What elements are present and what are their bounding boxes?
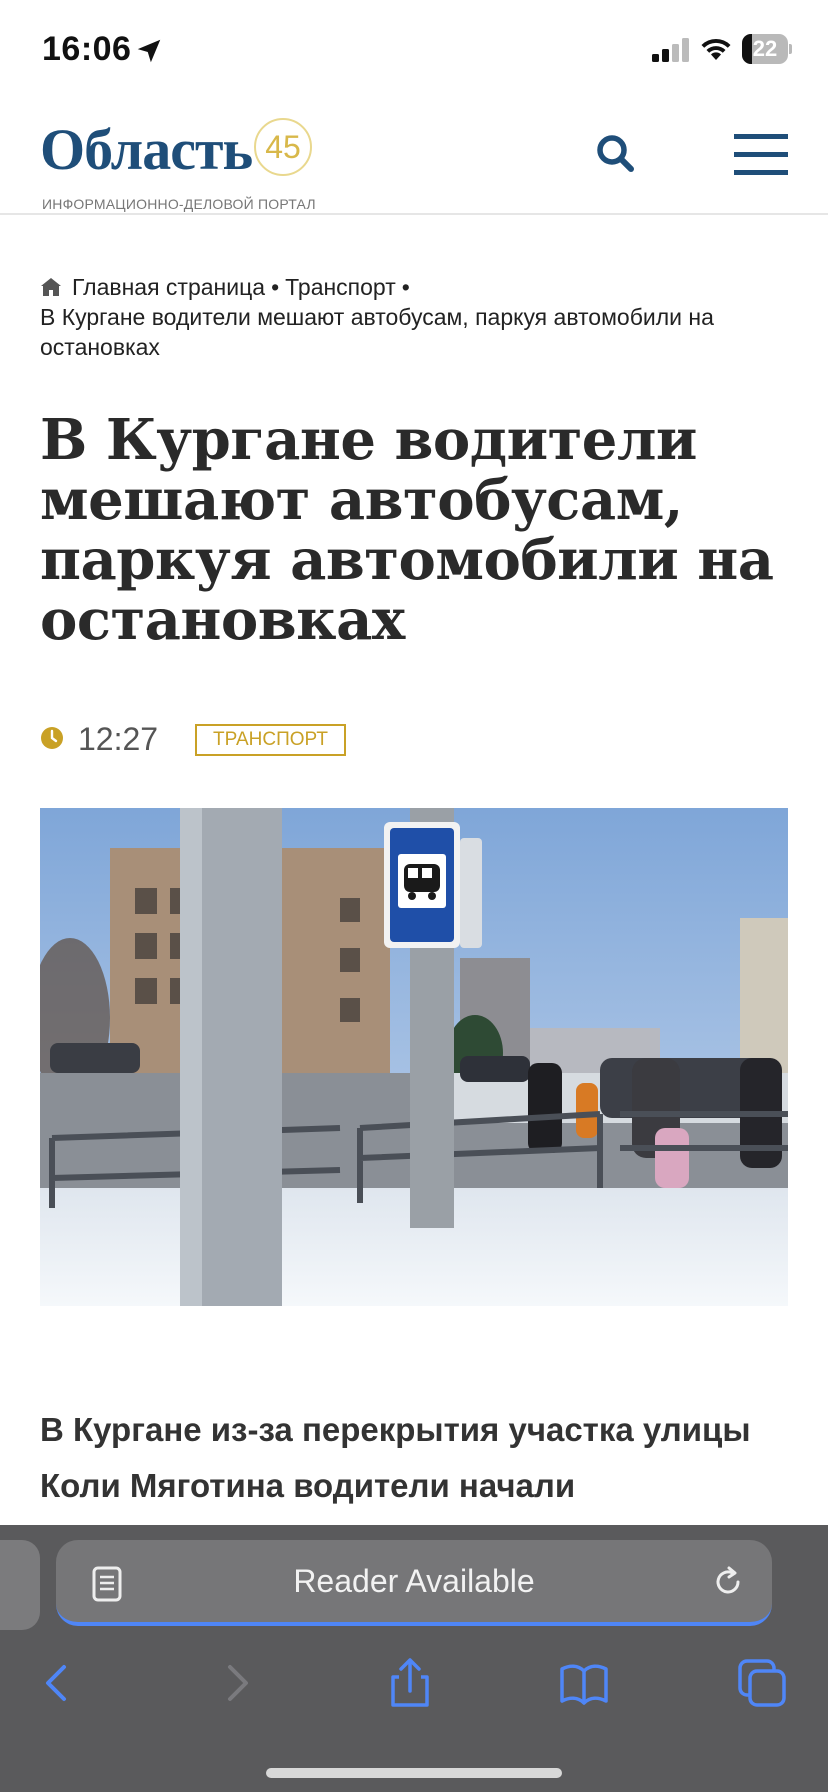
breadcrumb-separator: • bbox=[401, 274, 410, 300]
article-photo bbox=[40, 808, 788, 1306]
battery-body: 22 bbox=[742, 34, 788, 64]
battery-level: 22 bbox=[752, 36, 778, 61]
site-logo[interactable]: Область 45 ИНФОРМАЦИОННО-ДЕЛОВОЙ ПОРТАЛ bbox=[40, 117, 340, 213]
reload-icon[interactable] bbox=[710, 1564, 746, 1600]
battery-tip bbox=[789, 44, 792, 54]
logo-subtitle: ИНФОРМАЦИОННО-ДЕЛОВОЙ ПОРТАЛ bbox=[42, 196, 316, 212]
breadcrumb: Главная страница • Транспорт • В Кургане вод… bbox=[40, 272, 800, 362]
wifi-icon bbox=[701, 38, 731, 60]
browser-toolbar: Reader Available bbox=[0, 1525, 828, 1792]
article-time: 12:27 bbox=[78, 721, 159, 757]
status-time: 16:06 bbox=[42, 30, 132, 68]
hamburger-menu-icon[interactable] bbox=[734, 134, 788, 175]
article-meta: 12:27 ТРАНСПОРТ bbox=[40, 720, 780, 760]
menu-line bbox=[734, 170, 788, 175]
home-icon[interactable] bbox=[40, 277, 62, 297]
breadcrumb-section[interactable]: Транспорт bbox=[285, 274, 396, 300]
menu-line bbox=[734, 134, 788, 139]
back-icon[interactable] bbox=[30, 1655, 86, 1711]
cellular-signal-icon bbox=[652, 38, 689, 62]
breadcrumb-home[interactable]: Главная страница bbox=[72, 274, 265, 300]
location-arrow-icon bbox=[137, 39, 161, 63]
bookmarks-icon[interactable] bbox=[556, 1655, 612, 1711]
category-tag[interactable]: ТРАНСПОРТ bbox=[195, 724, 346, 756]
article-lead: В Кургане из-за перекрытия участка улицы… bbox=[40, 1411, 751, 1504]
status-bar: 16:06 22 bbox=[0, 0, 828, 100]
previous-tab-peek[interactable] bbox=[0, 1540, 40, 1630]
clock-icon bbox=[41, 727, 63, 749]
logo-badge: 45 bbox=[254, 118, 312, 176]
breadcrumb-separator: • bbox=[271, 274, 280, 300]
address-text: Reader Available bbox=[293, 1563, 535, 1599]
site-header: Область 45 ИНФОРМАЦИОННО-ДЕЛОВОЙ ПОРТАЛ bbox=[0, 100, 828, 215]
share-icon[interactable] bbox=[382, 1655, 438, 1711]
search-icon[interactable] bbox=[592, 130, 640, 178]
home-indicator bbox=[266, 1768, 562, 1778]
breadcrumb-current: В Кургане водители мешают автобусам, пар… bbox=[40, 304, 714, 360]
browser-nav-row bbox=[0, 1655, 828, 1715]
logo-word: Область bbox=[40, 117, 253, 182]
forward-icon[interactable] bbox=[208, 1655, 264, 1711]
article-title: В Кургане водители мешают автобусам, пар… bbox=[40, 407, 774, 653]
address-bar[interactable]: Reader Available bbox=[56, 1540, 772, 1626]
tabs-icon[interactable] bbox=[734, 1655, 790, 1711]
battery-icon: 22 bbox=[742, 34, 792, 64]
menu-line bbox=[734, 152, 788, 157]
